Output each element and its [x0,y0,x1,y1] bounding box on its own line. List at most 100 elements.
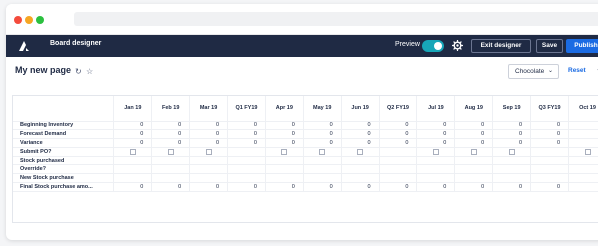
table-cell[interactable]: 0 [492,129,532,140]
table-cell[interactable] [530,156,569,166]
submit-po-checkbox[interactable] [205,148,212,155]
table-cell[interactable] [454,164,494,175]
table-cell[interactable]: 0 [227,182,266,192]
table-cell[interactable]: 0 [341,121,380,131]
table-cell[interactable] [379,156,418,166]
table-cell[interactable] [416,173,456,184]
submit-po-checkbox[interactable] [432,148,439,155]
table-cell[interactable]: 0 [379,182,418,192]
exit-designer-button[interactable]: Exit designer [471,39,531,53]
table-cell[interactable] [227,164,266,175]
table-cell[interactable]: 0 [416,129,456,140]
table-cell[interactable]: 0 [189,121,228,131]
table-cell[interactable]: 0 [227,129,266,140]
table-cell[interactable] [416,156,456,166]
table-cell[interactable] [151,173,191,184]
table-cell[interactable]: 0 [265,129,304,140]
publish-button[interactable]: Publish [566,39,598,53]
table-cell[interactable] [379,173,418,184]
minimize-window-dot[interactable] [25,16,33,24]
table-cell[interactable]: 0 [341,129,380,140]
scenario-select[interactable]: Chocolate ⌄ [508,64,559,79]
table-cell[interactable] [113,173,153,184]
table-cell[interactable] [341,164,380,175]
address-bar[interactable] [74,12,598,26]
close-window-dot[interactable] [14,16,22,24]
table-cell[interactable] [151,156,191,166]
reset-link[interactable]: Reset [568,67,586,74]
table-cell[interactable] [568,121,598,131]
table-cell[interactable]: 0 [454,182,494,192]
table-cell[interactable] [227,156,266,166]
table-cell[interactable]: 0 [379,129,418,140]
table-cell[interactable] [454,156,494,166]
table-cell[interactable] [303,156,342,166]
table-cell[interactable]: 0 [265,121,304,131]
table-cell[interactable] [568,164,598,175]
table-cell[interactable]: 0 [454,138,494,148]
table-cell[interactable]: 0 [416,138,456,148]
table-cell[interactable] [492,164,532,175]
table-cell[interactable]: 0 [341,138,380,148]
table-cell[interactable]: 0 [530,138,569,148]
table-cell[interactable]: 0 [530,129,569,140]
table-cell[interactable] [416,164,456,175]
table-cell[interactable] [265,156,304,166]
submit-po-checkbox[interactable] [508,148,515,155]
table-cell[interactable] [568,156,598,166]
table-cell[interactable]: 0 [454,129,494,140]
table-cell[interactable]: 0 [265,138,304,148]
submit-po-checkbox[interactable] [584,148,591,155]
table-cell[interactable] [568,173,598,184]
table-cell[interactable]: 0 [227,138,266,148]
table-cell[interactable]: 0 [303,182,342,192]
table-cell[interactable]: 0 [492,138,532,148]
star-icon[interactable]: ☆ [86,67,93,76]
table-cell[interactable]: 0 [530,182,569,192]
table-cell[interactable]: 0 [492,182,532,192]
table-cell[interactable]: 0 [530,121,569,131]
table-cell[interactable] [189,156,228,166]
table-cell[interactable] [227,173,266,184]
submit-po-checkbox[interactable] [129,148,136,155]
save-button[interactable]: Save [536,39,563,53]
submit-po-checkbox[interactable] [357,148,364,155]
table-cell[interactable] [189,173,228,184]
table-cell[interactable]: 0 [113,129,153,140]
sync-icon[interactable]: ↻ [75,67,82,76]
table-cell[interactable]: 0 [416,182,456,192]
table-cell[interactable] [454,173,494,184]
table-cell[interactable] [568,129,598,140]
table-cell[interactable]: 0 [416,121,456,131]
table-cell[interactable]: 0 [189,182,228,192]
table-cell[interactable] [189,164,228,175]
preview-toggle[interactable] [422,40,444,52]
table-cell[interactable]: 0 [454,121,494,131]
gear-icon[interactable] [451,39,464,52]
table-cell[interactable] [303,173,342,184]
table-cell[interactable] [113,156,153,166]
table-cell[interactable]: 0 [151,121,191,131]
table-cell[interactable] [151,164,191,175]
table-cell[interactable] [265,164,304,175]
table-cell[interactable] [113,164,153,175]
table-cell[interactable]: 0 [379,138,418,148]
table-cell[interactable] [379,164,418,175]
table-cell[interactable]: 0 [341,182,380,192]
table-cell[interactable]: 0 [189,138,228,148]
table-cell[interactable]: 0 [265,182,304,192]
table-cell[interactable]: 0 [303,129,342,140]
table-cell[interactable]: 0 [303,138,342,148]
table-cell[interactable] [530,173,569,184]
table-cell[interactable]: 0 [303,121,342,131]
table-cell[interactable] [568,182,598,192]
submit-po-checkbox[interactable] [167,148,174,155]
table-cell[interactable] [303,164,342,175]
table-cell[interactable] [265,173,304,184]
table-cell[interactable]: 0 [113,121,153,131]
table-cell[interactable]: 0 [113,138,153,148]
submit-po-checkbox[interactable] [319,148,326,155]
table-cell[interactable]: 0 [227,121,266,131]
table-cell[interactable]: 0 [113,182,153,192]
table-cell[interactable] [492,156,532,166]
